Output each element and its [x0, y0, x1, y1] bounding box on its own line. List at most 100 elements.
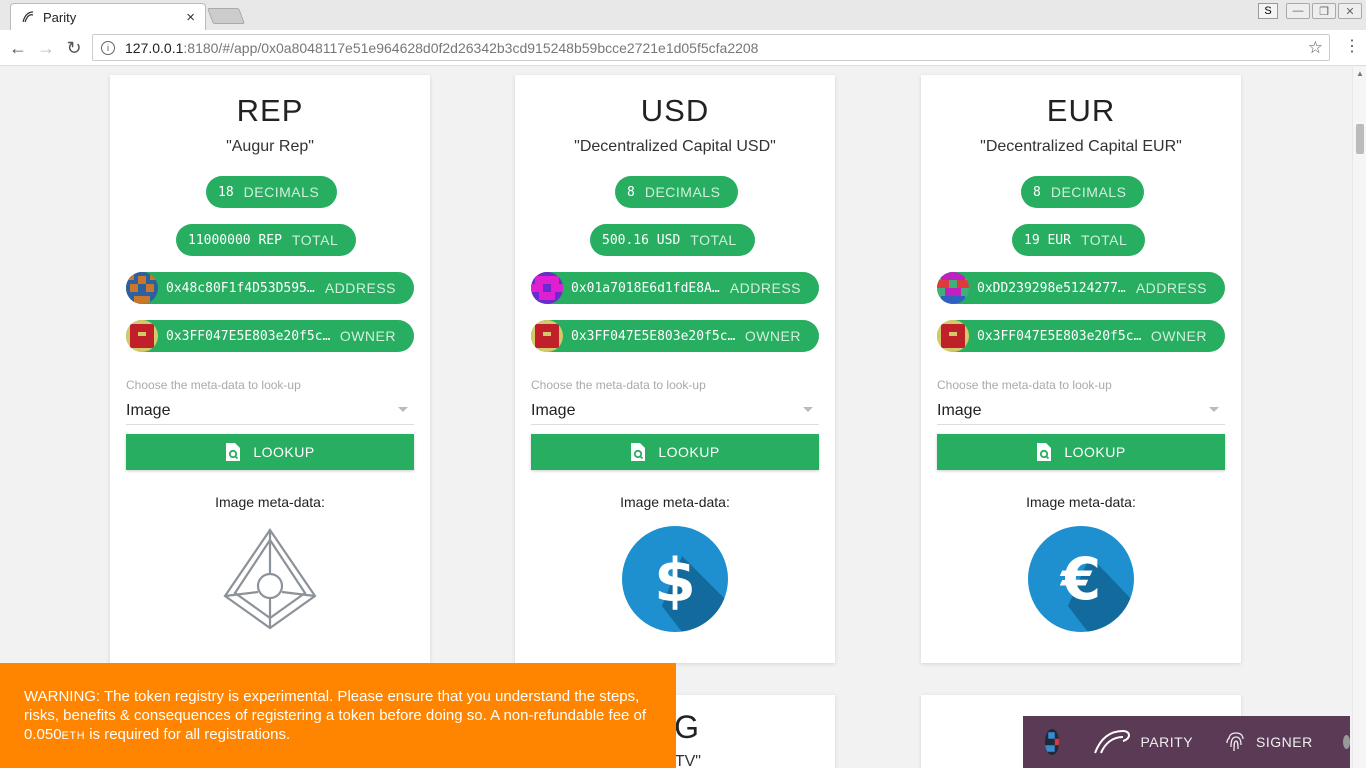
- minimize-icon[interactable]: —: [1286, 3, 1310, 19]
- tab-close-icon[interactable]: ×: [186, 9, 195, 26]
- lookup-label: LOOKUP: [1064, 444, 1126, 460]
- dropdown-caret-icon: [803, 407, 813, 412]
- owner-identicon: [531, 320, 563, 352]
- meta-select-value: Image: [937, 401, 982, 419]
- fingerprint-icon: [1226, 732, 1244, 752]
- meta-select[interactable]: Image: [937, 397, 1225, 425]
- owner-chip[interactable]: 0x3FF047E5E803e20f5ca8e0bcc9E7Ed8C9e4a8A…: [126, 320, 414, 352]
- lookup-label: LOOKUP: [253, 444, 315, 460]
- address-label: ADDRESS: [324, 280, 396, 296]
- address-label: ADDRESS: [1135, 280, 1207, 296]
- search-document-icon: [226, 443, 241, 461]
- address-value: 0x48c80F1f4D53D5951e5D5438B54Cba84f29F32…: [166, 280, 317, 296]
- reload-icon[interactable]: ↻: [62, 36, 86, 60]
- decimals-value: 8: [627, 184, 635, 200]
- total-value: 11000000 REP: [188, 232, 282, 248]
- window-controls: — ❐ ✕: [1286, 3, 1362, 19]
- close-window-icon[interactable]: ✕: [1338, 3, 1362, 19]
- token-symbol: EUR: [1046, 93, 1116, 128]
- decimals-chip: 18 DECIMALS: [206, 176, 338, 208]
- warning-banner: WARNING: The token registry is experimen…: [0, 663, 676, 768]
- token-card-eur: EUR "Decentralized Capital EUR" 8 DECIMAL…: [921, 75, 1241, 663]
- info-icon[interactable]: i: [101, 40, 115, 55]
- browser-tab[interactable]: Parity ×: [10, 3, 206, 30]
- owner-identicon: [126, 320, 158, 352]
- dropdown-caret-icon: [1209, 407, 1219, 412]
- token-name: "Decentralized Capital USD": [574, 138, 776, 155]
- scrollbar-thumb[interactable]: [1356, 124, 1364, 154]
- image-meta-title: Image meta-data:: [1026, 494, 1136, 510]
- svg-text:€: €: [1059, 545, 1101, 613]
- new-tab-button[interactable]: [207, 8, 245, 24]
- decimals-label: DECIMALS: [243, 184, 320, 200]
- signer-nav[interactable]: SIGNER: [1226, 731, 1313, 753]
- account-identicon[interactable]: [1045, 729, 1059, 755]
- eth-unit: ETH: [61, 730, 86, 742]
- meta-select-value: Image: [126, 401, 171, 419]
- scroll-up-icon[interactable]: ▲: [1356, 69, 1364, 78]
- svg-text:$: $: [654, 546, 696, 616]
- parity-label: PARITY: [1140, 734, 1194, 750]
- address-identicon: [126, 272, 158, 304]
- owner-label: OWNER: [339, 328, 396, 344]
- decimals-chip: 8 DECIMALS: [1021, 176, 1145, 208]
- warning-text-end: is required for all registrations.: [85, 726, 291, 743]
- address-chip[interactable]: 0xDD239298e51242778b2AA4E0D8316aF00098d3…: [937, 272, 1225, 304]
- euro-icon: €: [1028, 526, 1134, 632]
- image-meta-title: Image meta-data:: [620, 494, 730, 510]
- forward-icon[interactable]: →: [34, 36, 58, 60]
- total-label: TOTAL: [690, 232, 737, 248]
- parity-favicon-icon: [22, 11, 34, 23]
- meta-select[interactable]: Image: [531, 397, 819, 425]
- parity-nav[interactable]: PARITY: [1093, 729, 1194, 755]
- lookup-label: LOOKUP: [658, 444, 720, 460]
- dropdown-caret-icon: [398, 407, 408, 412]
- url-path: :8180/#/app/0x0a8048117e51e964628d0f2d26…: [183, 39, 759, 56]
- extension-icon[interactable]: S: [1258, 3, 1278, 19]
- total-label: TOTAL: [1080, 232, 1128, 248]
- address-label: ADDRESS: [729, 280, 801, 296]
- bookmark-star-icon[interactable]: ☆: [1308, 38, 1323, 58]
- decimals-label: DECIMALS: [1050, 184, 1127, 200]
- meta-select-label: Choose the meta-data to look-up: [531, 378, 706, 392]
- total-value: 19 EUR: [1024, 232, 1071, 248]
- owner-chip[interactable]: 0x3FF047E5E803e20f5ca8e0bcc9E7Ed8C9e4a8A…: [937, 320, 1225, 352]
- signer-label: SIGNER: [1256, 734, 1313, 750]
- address-bar[interactable]: i 127.0.0.1:8180/#/app/0x0a8048117e51e96…: [92, 34, 1330, 61]
- decimals-chip: 8 DECIMALS: [615, 176, 739, 208]
- search-document-icon: [631, 443, 646, 461]
- total-label: TOTAL: [291, 232, 339, 248]
- browser-menu-icon[interactable]: ⋮: [1344, 36, 1360, 56]
- augur-rep-icon: [217, 526, 323, 632]
- parity-status-bar: PARITY SIGNER: [1023, 716, 1350, 768]
- meta-select[interactable]: Image: [126, 397, 414, 425]
- token-symbol: REP: [236, 93, 304, 128]
- total-chip: 500.16 USD TOTAL: [590, 224, 755, 256]
- decimals-label: DECIMALS: [644, 184, 721, 200]
- owner-identicon: [937, 320, 969, 352]
- page-scrollbar[interactable]: ▲: [1352, 67, 1366, 768]
- meta-select-label: Choose the meta-data to look-up: [937, 378, 1112, 392]
- search-document-icon: [1037, 443, 1052, 461]
- address-chip[interactable]: 0x01a7018E6d1fdE8A68D12F59B6532FB523B625…: [531, 272, 819, 304]
- maximize-icon[interactable]: ❐: [1312, 3, 1336, 19]
- tab-title: Parity: [43, 9, 77, 25]
- image-meta-title: Image meta-data:: [215, 494, 325, 510]
- token-name: "Decentralized Capital EUR": [980, 138, 1182, 155]
- lookup-button[interactable]: LOOKUP: [126, 434, 414, 470]
- lookup-button[interactable]: LOOKUP: [937, 434, 1225, 470]
- address-value: 0x01a7018E6d1fdE8A68D12F59B6532FB523B625…: [571, 280, 722, 296]
- address-chip[interactable]: 0x48c80F1f4D53D5951e5D5438B54Cba84f29F32…: [126, 272, 414, 304]
- connection-status-icon: [1342, 735, 1350, 749]
- owner-label: OWNER: [1150, 328, 1207, 344]
- url-host: 127.0.0.1: [125, 39, 184, 56]
- back-icon[interactable]: ←: [6, 36, 30, 60]
- address-identicon: [531, 272, 563, 304]
- meta-select-value: Image: [531, 401, 576, 419]
- parity-logo-icon: [1093, 729, 1130, 754]
- owner-chip[interactable]: 0x3FF047E5E803e20f5ca8e0bcc9E7Ed8C9e4a8A…: [531, 320, 819, 352]
- meta-select-label: Choose the meta-data to look-up: [126, 378, 301, 392]
- lookup-button[interactable]: LOOKUP: [531, 434, 819, 470]
- token-name: "Augur Rep": [226, 138, 314, 155]
- owner-value: 0x3FF047E5E803e20f5ca8e0bcc9E7Ed8C9e4a8A…: [571, 328, 737, 344]
